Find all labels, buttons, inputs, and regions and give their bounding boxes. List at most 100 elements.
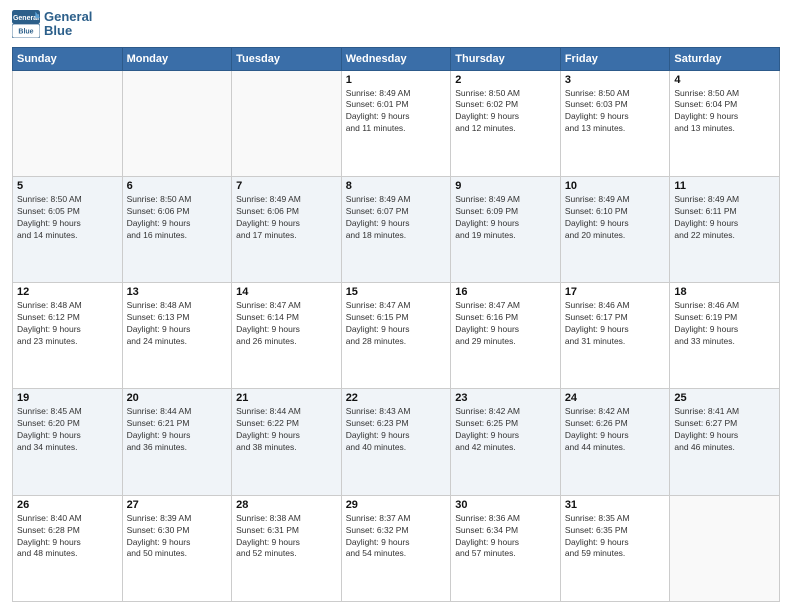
calendar-cell: 15 Sunrise: 8:47 AM Sunset: 6:15 PM Dayli…	[341, 283, 451, 389]
calendar-cell: 16Sunrise: 8:47 AM Sunset: 6:16 PM Dayli…	[451, 283, 561, 389]
day-number: 28	[236, 499, 337, 511]
day-number: 3	[565, 74, 666, 86]
calendar-cell: 26Sunrise: 8:40 AM Sunset: 6:28 PM Dayli…	[13, 495, 123, 601]
calendar-cell: 31 Sunrise: 8:35 AM Sunset: 6:35 PM Dayli…	[560, 495, 670, 601]
calendar-cell	[122, 70, 232, 176]
day-info: Sunrise: 8:49 AM Sunset: 6:10 PM Dayligh…	[565, 194, 666, 242]
day-info: Sunrise: 8:46 AM Sunset: 6:19 PM Dayligh…	[674, 300, 775, 348]
calendar-cell: 4Sunrise: 8:50 AM Sunset: 6:04 PM Daylig…	[670, 70, 780, 176]
calendar-cell: 13Sunrise: 8:48 AM Sunset: 6:13 PM Dayli…	[122, 283, 232, 389]
day-info: Sunrise: 8:44 AM Sunset: 6:22 PM Dayligh…	[236, 406, 337, 454]
calendar-cell	[670, 495, 780, 601]
day-info: Sunrise: 8:36 AM Sunset: 6:34 PM Dayligh…	[455, 513, 556, 561]
weekday-header-saturday: Saturday	[670, 47, 780, 70]
day-info: Sunrise: 8:47 AM Sunset: 6:15 PM Dayligh…	[346, 300, 447, 348]
logo-general: General	[44, 10, 92, 24]
week-row-4: 19 Sunrise: 8:45 AM Sunset: 6:20 PM Dayli…	[13, 389, 780, 495]
day-number: 19	[17, 392, 118, 404]
day-number: 29	[346, 499, 447, 511]
day-info: Sunrise: 8:46 AM Sunset: 6:17 PM Dayligh…	[565, 300, 666, 348]
day-number: 18	[674, 286, 775, 298]
day-info: Sunrise: 8:50 AM Sunset: 6:02 PM Dayligh…	[455, 88, 556, 136]
day-number: 5	[17, 180, 118, 192]
day-number: 8	[346, 180, 447, 192]
calendar-table: SundayMondayTuesdayWednesdayThursdayFrid…	[12, 47, 780, 602]
day-info: Sunrise: 8:49 AM Sunset: 6:07 PM Dayligh…	[346, 194, 447, 242]
weekday-header-row: SundayMondayTuesdayWednesdayThursdayFrid…	[13, 47, 780, 70]
calendar-cell: 24Sunrise: 8:42 AM Sunset: 6:26 PM Dayli…	[560, 389, 670, 495]
day-number: 15	[346, 286, 447, 298]
day-number: 2	[455, 74, 556, 86]
day-info: Sunrise: 8:38 AM Sunset: 6:31 PM Dayligh…	[236, 513, 337, 561]
weekday-header-monday: Monday	[122, 47, 232, 70]
day-number: 16	[455, 286, 556, 298]
calendar-cell: 6 Sunrise: 8:50 AM Sunset: 6:06 PM Daylig…	[122, 176, 232, 282]
week-row-3: 12 Sunrise: 8:48 AM Sunset: 6:12 PM Dayli…	[13, 283, 780, 389]
day-info: Sunrise: 8:39 AM Sunset: 6:30 PM Dayligh…	[127, 513, 228, 561]
day-number: 12	[17, 286, 118, 298]
calendar-cell: 18 Sunrise: 8:46 AM Sunset: 6:19 PM Dayli…	[670, 283, 780, 389]
day-info: Sunrise: 8:43 AM Sunset: 6:23 PM Dayligh…	[346, 406, 447, 454]
day-info: Sunrise: 8:35 AM Sunset: 6:35 PM Dayligh…	[565, 513, 666, 561]
day-number: 10	[565, 180, 666, 192]
calendar-cell: 5 Sunrise: 8:50 AM Sunset: 6:05 PM Daylig…	[13, 176, 123, 282]
day-number: 9	[455, 180, 556, 192]
calendar-cell: 8 Sunrise: 8:49 AM Sunset: 6:07 PM Daylig…	[341, 176, 451, 282]
calendar-cell: 17 Sunrise: 8:46 AM Sunset: 6:17 PM Dayli…	[560, 283, 670, 389]
day-number: 6	[127, 180, 228, 192]
calendar-cell: 20Sunrise: 8:44 AM Sunset: 6:21 PM Dayli…	[122, 389, 232, 495]
logo: General Blue General Blue	[12, 10, 92, 39]
day-info: Sunrise: 8:45 AM Sunset: 6:20 PM Dayligh…	[17, 406, 118, 454]
calendar-cell: 1 Sunrise: 8:49 AM Sunset: 6:01 PM Daylig…	[341, 70, 451, 176]
day-info: Sunrise: 8:48 AM Sunset: 6:12 PM Dayligh…	[17, 300, 118, 348]
header: General Blue General Blue	[12, 10, 780, 39]
day-info: Sunrise: 8:42 AM Sunset: 6:25 PM Dayligh…	[455, 406, 556, 454]
day-info: Sunrise: 8:42 AM Sunset: 6:26 PM Dayligh…	[565, 406, 666, 454]
calendar-cell: 9Sunrise: 8:49 AM Sunset: 6:09 PM Daylig…	[451, 176, 561, 282]
calendar-cell: 11 Sunrise: 8:49 AM Sunset: 6:11 PM Dayli…	[670, 176, 780, 282]
day-number: 23	[455, 392, 556, 404]
calendar-cell: 28 Sunrise: 8:38 AM Sunset: 6:31 PM Dayli…	[232, 495, 342, 601]
calendar-cell: 30 Sunrise: 8:36 AM Sunset: 6:34 PM Dayli…	[451, 495, 561, 601]
day-info: Sunrise: 8:47 AM Sunset: 6:14 PM Dayligh…	[236, 300, 337, 348]
day-number: 4	[674, 74, 775, 86]
svg-text:General: General	[13, 15, 39, 22]
day-info: Sunrise: 8:44 AM Sunset: 6:21 PM Dayligh…	[127, 406, 228, 454]
calendar-cell: 19 Sunrise: 8:45 AM Sunset: 6:20 PM Dayli…	[13, 389, 123, 495]
day-number: 14	[236, 286, 337, 298]
day-number: 1	[346, 74, 447, 86]
weekday-header-friday: Friday	[560, 47, 670, 70]
svg-text:Blue: Blue	[18, 29, 33, 36]
page: General Blue General Blue SundayMondayTu…	[0, 0, 792, 612]
day-info: Sunrise: 8:50 AM Sunset: 6:06 PM Dayligh…	[127, 194, 228, 242]
calendar-cell	[13, 70, 123, 176]
day-info: Sunrise: 8:37 AM Sunset: 6:32 PM Dayligh…	[346, 513, 447, 561]
week-row-5: 26Sunrise: 8:40 AM Sunset: 6:28 PM Dayli…	[13, 495, 780, 601]
calendar-cell: 21 Sunrise: 8:44 AM Sunset: 6:22 PM Dayli…	[232, 389, 342, 495]
day-number: 13	[127, 286, 228, 298]
calendar-cell: 12 Sunrise: 8:48 AM Sunset: 6:12 PM Dayli…	[13, 283, 123, 389]
day-number: 30	[455, 499, 556, 511]
day-number: 31	[565, 499, 666, 511]
day-number: 17	[565, 286, 666, 298]
calendar-cell: 27Sunrise: 8:39 AM Sunset: 6:30 PM Dayli…	[122, 495, 232, 601]
week-row-2: 5 Sunrise: 8:50 AM Sunset: 6:05 PM Daylig…	[13, 176, 780, 282]
day-info: Sunrise: 8:41 AM Sunset: 6:27 PM Dayligh…	[674, 406, 775, 454]
weekday-header-thursday: Thursday	[451, 47, 561, 70]
calendar-cell: 29 Sunrise: 8:37 AM Sunset: 6:32 PM Dayli…	[341, 495, 451, 601]
day-info: Sunrise: 8:40 AM Sunset: 6:28 PM Dayligh…	[17, 513, 118, 561]
logo-blue: Blue	[44, 24, 92, 38]
calendar-cell: 3Sunrise: 8:50 AM Sunset: 6:03 PM Daylig…	[560, 70, 670, 176]
day-number: 25	[674, 392, 775, 404]
day-info: Sunrise: 8:49 AM Sunset: 6:11 PM Dayligh…	[674, 194, 775, 242]
day-info: Sunrise: 8:49 AM Sunset: 6:01 PM Dayligh…	[346, 88, 447, 136]
logo-icon: General Blue	[12, 10, 40, 38]
day-number: 7	[236, 180, 337, 192]
weekday-header-sunday: Sunday	[13, 47, 123, 70]
calendar-cell: 10 Sunrise: 8:49 AM Sunset: 6:10 PM Dayli…	[560, 176, 670, 282]
day-number: 11	[674, 180, 775, 192]
day-number: 22	[346, 392, 447, 404]
day-info: Sunrise: 8:50 AM Sunset: 6:05 PM Dayligh…	[17, 194, 118, 242]
day-number: 21	[236, 392, 337, 404]
weekday-header-tuesday: Tuesday	[232, 47, 342, 70]
